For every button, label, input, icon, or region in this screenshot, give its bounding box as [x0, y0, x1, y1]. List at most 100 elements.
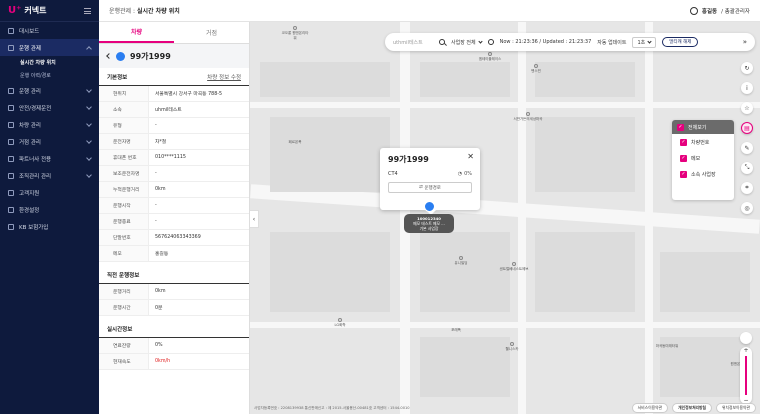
layer-all-toggle[interactable]: ✓ 전체보기: [672, 120, 734, 134]
map-poi: 페르몬폭: [280, 140, 310, 145]
tab-site[interactable]: 거점: [174, 22, 249, 43]
layer-panel: ✓ 전체보기 ✓ 차량번호 ✓ 메모 ✓ 소속 사업장: [672, 120, 734, 200]
site-select-value: 사업장 전체: [451, 39, 476, 46]
map-poi: 서반가든의세상마곡: [508, 112, 548, 122]
info-value: 0km: [155, 289, 166, 294]
privacy-link[interactable]: 개인정보처리방침: [672, 403, 713, 413]
terms-link[interactable]: 서비스이용약관: [631, 403, 669, 413]
sidebar-item[interactable]: 조직관리 관리: [0, 167, 99, 184]
layer-vehicle-number[interactable]: ✓ 차량번호: [672, 134, 734, 150]
layer-all-label: 전체보기: [688, 124, 707, 131]
sidebar-item[interactable]: 고객지원: [0, 184, 99, 201]
zoom-in-icon[interactable]: +: [743, 347, 748, 354]
info-value: -: [155, 123, 157, 128]
sidebar-item-label: 거점 관리: [19, 139, 41, 146]
sidebar-item[interactable]: KB 보험가입: [0, 218, 99, 235]
sidebar-item[interactable]: 환경설정: [0, 201, 99, 218]
info-row: 소속 uhmil테스트: [99, 102, 249, 118]
refresh-icon[interactable]: ↻: [741, 62, 753, 74]
brand-mark-icon: U⁺: [8, 5, 22, 16]
vehicle-number: 99가1999: [130, 51, 171, 61]
sidebar-item[interactable]: 운행 관리: [0, 82, 99, 99]
fuel-icon: ◔: [457, 171, 463, 177]
checkbox-icon: ✓: [680, 170, 687, 178]
marker-line: 기본 사업장: [419, 226, 439, 231]
chevron-down-icon: [477, 38, 483, 44]
search-icon[interactable]: [439, 39, 445, 45]
route-button[interactable]: ⇄ 운행경로: [388, 182, 472, 193]
sidebar-item[interactable]: 파트너사 전용: [0, 150, 99, 167]
vehicle-pin-icon: [423, 201, 435, 212]
pencil-icon[interactable]: ✎: [741, 142, 753, 154]
footer-links: 서비스이용약관 개인정보처리방침 위치정보이용약관: [631, 403, 756, 413]
map-view[interactable]: 코오롱 원앤온리타워 엠테이플레이스 펜스빈 서반가든의세상마곡 페르몬폭 마곡…: [250, 22, 760, 414]
section-title: 직전 운행정보: [107, 272, 140, 279]
poi-label: 펜스빈: [531, 69, 541, 73]
zoom-slider[interactable]: + −: [740, 347, 752, 404]
edit-vehicle-link[interactable]: 차량 정보 수정: [207, 73, 241, 81]
search-input[interactable]: uthmil테스트: [393, 39, 433, 46]
map-block: [535, 62, 635, 97]
info-value: 0%: [155, 343, 163, 348]
target-icon[interactable]: [740, 332, 752, 344]
resize-icon[interactable]: ⤡: [741, 162, 753, 174]
poi-icon: [293, 26, 297, 30]
layer-memo[interactable]: ✓ 메모: [672, 150, 734, 166]
car-icon: [8, 121, 14, 128]
map-tools: ↻ i ☆ ▤ ✎ ⤡ ⌗ ◎: [740, 62, 754, 214]
clock-icon: [487, 39, 494, 45]
info-key: 메모: [99, 246, 149, 261]
crop-icon[interactable]: ⌗: [741, 182, 753, 194]
recent-drive-title: 직전 운행정보: [99, 266, 249, 284]
map-road: [250, 102, 760, 108]
double-chevron-icon[interactable]: »: [743, 38, 747, 46]
section-title: 기본정보: [107, 74, 128, 81]
panel-collapse-button[interactable]: ‹: [250, 210, 259, 228]
site-select[interactable]: 사업장 전체: [451, 38, 483, 46]
sidebar: U⁺ 커넥트 대시보드 운행 관제 실시간 차량 위치 운행 이력/경로 운행 관리 안전/…: [0, 0, 99, 414]
close-icon[interactable]: ✕: [467, 152, 474, 161]
menu-toggle-icon[interactable]: [84, 7, 91, 14]
poi-label: 웰니스카: [505, 347, 519, 351]
logo[interactable]: U⁺ 커넥트: [8, 5, 47, 16]
sidebar-item[interactable]: 운행 관제: [0, 39, 99, 56]
info-value: -: [155, 203, 157, 208]
settings-icon: [8, 206, 14, 213]
map-block: [420, 62, 510, 97]
info-row: 운행시작 -: [99, 198, 249, 214]
star-icon[interactable]: ☆: [741, 102, 753, 114]
back-arrow-icon[interactable]: [106, 53, 112, 59]
vehicle-marker[interactable]: 100012340 메모 테스트 메모 ... 기본 사업장: [404, 201, 454, 233]
live-info-table: 연료잔량 0% 현재속도 0km/h: [99, 338, 249, 370]
info-value: 0km: [155, 187, 166, 192]
info-row: 메모 홍길동: [99, 246, 249, 262]
location-terms-link[interactable]: 위치정보이용약관: [716, 403, 756, 413]
map-poi: 마곡동미래타워: [652, 344, 682, 349]
zoom-track[interactable]: [745, 356, 747, 395]
basic-info-title: 기본정보 차량 정보 수정: [99, 68, 249, 86]
shield-icon: [8, 104, 14, 111]
info-icon[interactable]: i: [741, 82, 753, 94]
layer-icon[interactable]: ▤: [741, 122, 753, 134]
sidebar-item[interactable]: 거점 관리: [0, 133, 99, 150]
sidebar-subitem[interactable]: 실시간 차량 위치: [0, 56, 99, 69]
user-menu[interactable]: 홍길동 / 총괄관리자: [689, 6, 750, 15]
sidebar-item[interactable]: 대시보드: [0, 22, 99, 39]
map-road: [645, 22, 653, 414]
sidebar-item[interactable]: 차량 관리: [0, 116, 99, 133]
multi-release-button[interactable]: 멀티캐 해제: [662, 37, 699, 47]
sidebar-subitem[interactable]: 운행 이력/경로: [0, 69, 99, 82]
map-poi: LG화학: [330, 318, 350, 328]
info-row: 연료잔량 0%: [99, 338, 249, 354]
info-value: 0분: [155, 306, 163, 311]
tab-vehicle[interactable]: 차량: [99, 22, 174, 43]
popup-info: CT4 ◔ 0%: [388, 171, 472, 177]
interval-select[interactable]: 1초: [632, 36, 657, 48]
gps-icon[interactable]: ◎: [741, 202, 753, 214]
sidebar-item[interactable]: 안전/경제운전: [0, 99, 99, 116]
info-key: 운행시작: [99, 198, 149, 213]
insurance-icon: [8, 223, 14, 230]
map-poi: 포레폭: [446, 328, 466, 333]
layer-site[interactable]: ✓ 소속 사업장: [672, 166, 734, 182]
map-block: [270, 117, 390, 192]
